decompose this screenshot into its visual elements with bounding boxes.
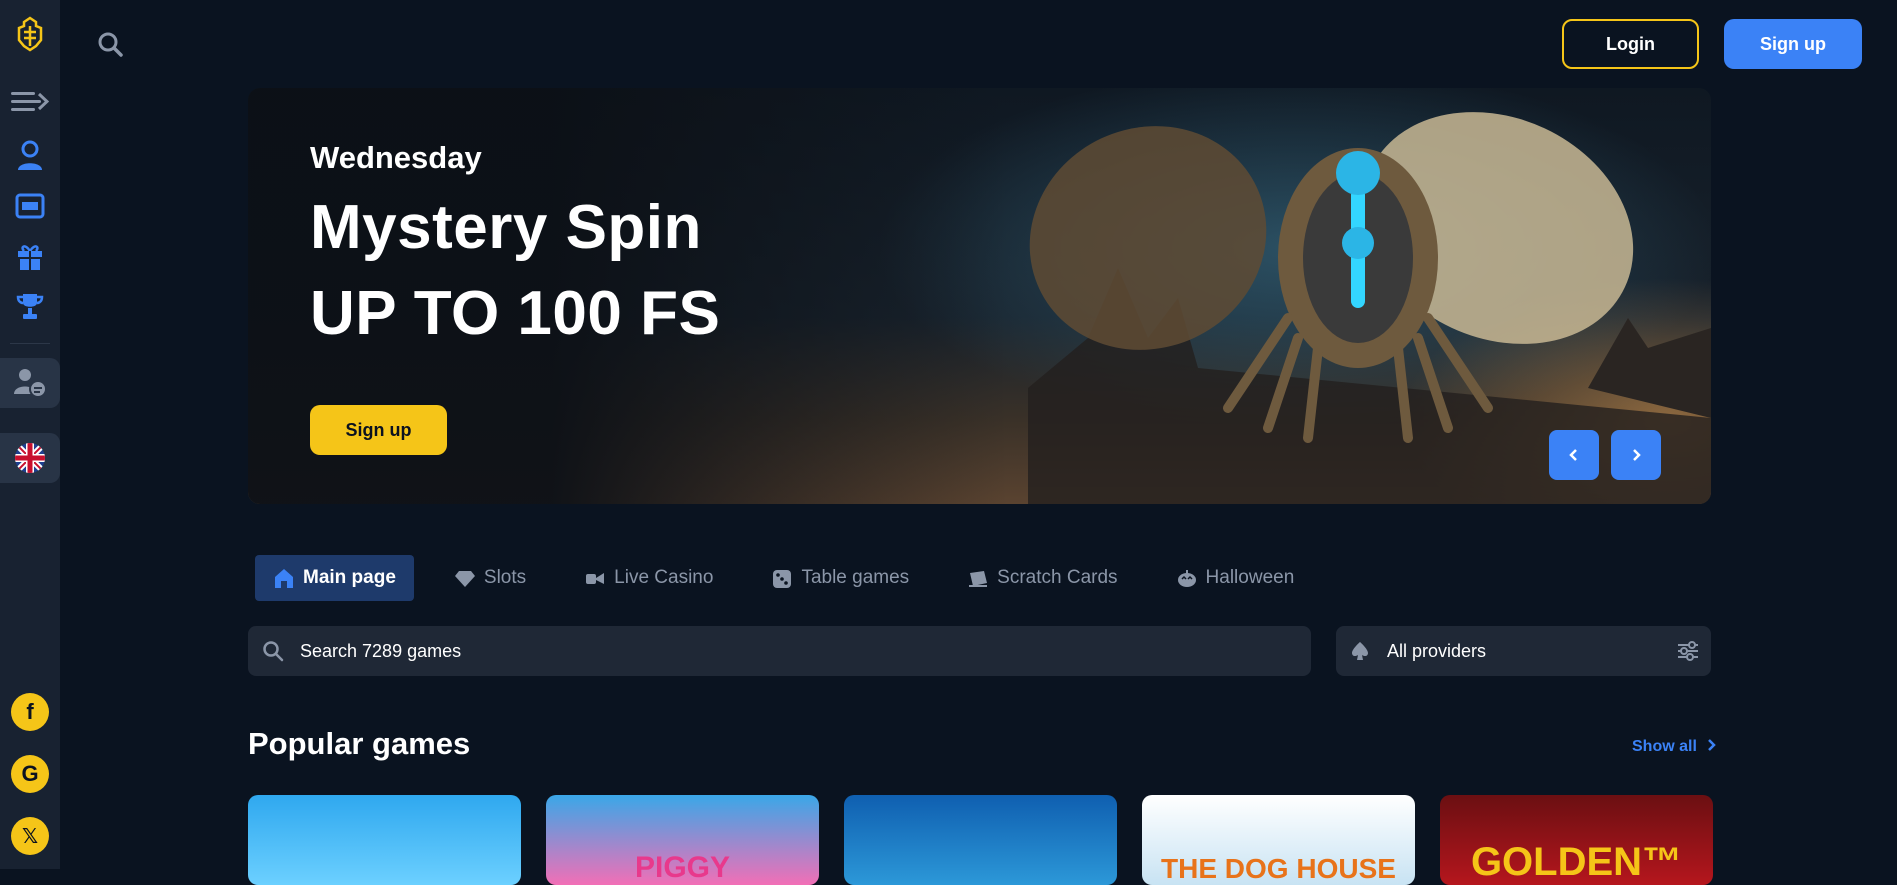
trophy-icon[interactable] xyxy=(10,286,50,326)
tab-halloween[interactable]: Halloween xyxy=(1158,555,1313,601)
chevron-left-icon xyxy=(1569,449,1577,461)
banner-scarab-illustration xyxy=(1028,112,1711,504)
tab-label: Halloween xyxy=(1205,567,1295,588)
show-all-link[interactable]: Show all xyxy=(1632,738,1717,756)
filter-sliders-icon[interactable] xyxy=(1677,641,1699,661)
game-card[interactable]: THE DOG HOUSE xyxy=(1142,795,1415,885)
live-camera-icon xyxy=(586,573,605,584)
tab-label: Scratch Cards xyxy=(997,567,1118,588)
search-icon xyxy=(263,641,284,662)
logo-beetle-icon[interactable] xyxy=(10,14,50,54)
game-card[interactable] xyxy=(248,795,521,885)
chat-support-icon[interactable] xyxy=(0,358,60,408)
tab-live-casino[interactable]: Live Casino xyxy=(566,555,731,601)
promo-banner[interactable]: Wednesday Mystery Spin UP TO 100 FS Sign… xyxy=(248,88,1711,504)
home-icon xyxy=(275,569,293,588)
signup-button[interactable]: Sign up xyxy=(1724,19,1862,69)
user-support-icon[interactable] xyxy=(10,135,50,175)
tab-main-page[interactable]: Main page xyxy=(255,555,414,601)
dice-icon xyxy=(773,570,792,588)
providers-select[interactable]: All providers xyxy=(1336,626,1711,676)
google-icon[interactable]: G xyxy=(11,755,49,793)
scratch-card-icon xyxy=(969,571,988,587)
tab-slots[interactable]: Slots xyxy=(436,555,544,601)
tab-label: Main page xyxy=(303,567,396,588)
uk-flag-icon[interactable] xyxy=(0,433,60,483)
chevron-right-icon xyxy=(1708,739,1717,751)
popular-games-list: PIGGY THE DOG HOUSE GOLDEN™ xyxy=(248,795,1713,885)
search-placeholder: Search 7289 games xyxy=(300,640,462,661)
banner-day: Wednesday xyxy=(310,140,482,175)
tab-label: Table games xyxy=(801,567,910,588)
sidebar: f G 𝕏 xyxy=(0,0,60,869)
chevron-right-icon xyxy=(1633,449,1641,461)
section-title: Popular games xyxy=(248,726,471,761)
game-card[interactable] xyxy=(844,795,1117,885)
game-title: PIGGY xyxy=(634,851,731,884)
game-card[interactable]: GOLDEN™ xyxy=(1440,795,1713,885)
game-title: THE DOG HOUSE xyxy=(1161,853,1396,884)
category-tabs: Main page Slots Live Casino Table games … xyxy=(255,555,1334,601)
banner-next-button[interactable] xyxy=(1611,430,1661,480)
x-icon[interactable]: 𝕏 xyxy=(11,817,49,855)
banner-subtitle: UP TO 100 FS xyxy=(310,279,721,348)
slot-machine-icon[interactable] xyxy=(10,186,50,226)
tab-scratch-cards[interactable]: Scratch Cards xyxy=(949,555,1135,601)
providers-label: All providers xyxy=(1387,640,1487,661)
sidebar-divider xyxy=(10,343,50,344)
gift-icon[interactable] xyxy=(10,236,50,276)
login-button[interactable]: Login xyxy=(1562,19,1699,69)
pumpkin-icon xyxy=(1177,570,1196,587)
menu-icon[interactable] xyxy=(10,82,50,122)
search-icon[interactable] xyxy=(96,30,124,58)
diamond-icon xyxy=(454,571,475,587)
spade-icon xyxy=(1352,642,1368,660)
tab-table-games[interactable]: Table games xyxy=(753,555,927,601)
game-search-input[interactable]: Search 7289 games xyxy=(248,626,1311,676)
tab-label: Slots xyxy=(483,567,527,588)
tab-label: Live Casino xyxy=(614,567,714,588)
banner-prev-button[interactable] xyxy=(1549,430,1599,480)
game-title: GOLDEN™ xyxy=(1470,840,1683,884)
facebook-icon[interactable]: f xyxy=(11,693,49,731)
banner-title: Mystery Spin xyxy=(310,193,702,262)
game-card[interactable]: PIGGY xyxy=(546,795,819,885)
banner-signup-button[interactable]: Sign up xyxy=(310,405,447,455)
show-all-label: Show all xyxy=(1632,738,1697,755)
